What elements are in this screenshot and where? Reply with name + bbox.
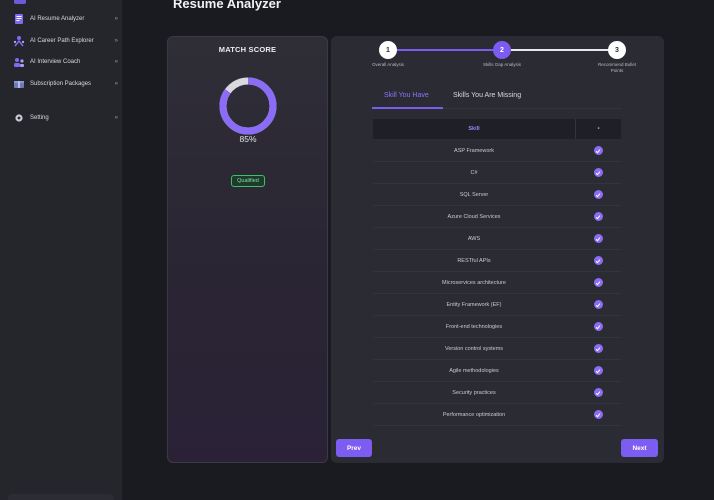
skill-name: ASP Framework [454,147,494,154]
resume-icon [12,12,26,26]
skill-check-cell [575,212,621,221]
skill-name: SQL Server [459,191,489,198]
sidebar: AI Resume Analyzer » AI Career Path Expl… [0,0,122,500]
check-icon [593,388,603,397]
gear-icon [12,111,26,125]
sidebar-item-label: AI Interview Coach [30,59,81,65]
skill-name: Microservices architecture [442,279,506,286]
skills-table-body: ASP Framework C# SQL Server Azure Cloud Ser… [373,140,621,426]
chevron-right-icon: » [114,81,118,87]
tab-skills-you-have[interactable]: Skill You Have [384,92,429,99]
chevron-right-icon: » [114,16,118,22]
skill-check-cell [575,322,621,331]
check-icon [593,168,603,177]
check-icon [593,344,603,353]
skill-check-cell [575,344,621,353]
check-icon [593,146,603,155]
page-title: Resume Analyzer [173,0,281,11]
check-icon [593,190,603,199]
table-row: Performance optimization [373,404,621,426]
career-path-icon [12,34,26,48]
skill-check-cell [575,366,621,375]
step-3-label: Recommend Bullet Points [597,62,637,73]
skill-name: Performance optimization [442,411,506,418]
skill-check-cell [575,278,621,287]
skill-name: Front-end technologies [445,323,503,330]
table-row: RESTful APIs [373,250,621,272]
sidebar-item-label: Setting [30,115,49,121]
column-header-check: • [597,126,600,132]
skill-check-cell [575,146,621,155]
skill-check-cell [575,234,621,243]
skill-name: Version control systems [444,345,504,352]
match-score-card: MATCH SCORE 85% Qualified [167,36,328,463]
skill-name: Azure Cloud Services [447,213,501,220]
sidebar-item-setting[interactable]: Setting » [12,111,118,125]
status-badge: Qualified [231,175,265,187]
skill-name: AWS [467,235,481,242]
skill-check-cell [575,256,621,265]
chevron-right-icon: » [114,38,118,44]
chevron-right-icon: » [114,115,118,121]
step-2-label: Skills Gap Analysis [482,62,521,67]
table-row: Azure Cloud Services [373,206,621,228]
step-2-circle[interactable]: 2 [493,41,511,59]
step-3-circle[interactable]: 3 [608,41,626,59]
skill-name: Agile methodologies [449,367,499,374]
table-row: Microservices architecture [373,272,621,294]
step-1-label: Overall Analysis [371,62,404,67]
table-row: C# [373,162,621,184]
check-icon [593,278,603,287]
chevron-right-icon: » [114,59,118,65]
table-row: Agile methodologies [373,360,621,382]
check-icon [593,256,603,265]
table-row: Front-end technologies [373,316,621,338]
skill-name: RESTful APIs [457,257,491,264]
table-row: Entity Framework (EF) [373,294,621,316]
next-button[interactable]: Next [621,439,658,457]
sidebar-item-ai-resume-analyzer[interactable]: AI Resume Analyzer » [12,12,118,26]
skill-name: Security practices [452,389,496,396]
check-icon [593,322,603,331]
sidebar-item-ai-career-path-explorer[interactable]: AI Career Path Explorer » [12,34,118,48]
check-icon [593,234,603,243]
prev-button[interactable]: Prev [336,439,372,457]
skill-check-cell [575,168,621,177]
step-1-circle[interactable]: 1 [379,41,397,59]
table-row: ASP Framework [373,140,621,162]
stepper-line-pending [511,49,611,51]
sidebar-item-label: AI Career Path Explorer [30,38,94,44]
skill-check-cell [575,300,621,309]
skills-table-header: Skill • [373,119,621,139]
tab-skills-you-are-missing[interactable]: Skills You Are Missing [453,92,521,99]
match-score-title: MATCH SCORE [218,45,277,54]
match-score-percent: 85% [239,134,257,144]
interview-icon [12,55,26,69]
table-row: AWS [373,228,621,250]
package-icon [12,77,26,91]
skill-name: C# [470,169,478,176]
sidebar-item-subscription-packages[interactable]: Subscription Packages » [12,77,118,91]
sidebar-item-label: AI Resume Analyzer [30,16,85,22]
check-icon [593,212,603,221]
check-icon [593,300,603,309]
check-icon [593,366,603,375]
sidebar-bottom-bar [8,494,114,500]
skills-card: 1 Overall Analysis 2 Skills Gap Analysis… [331,36,664,463]
sidebar-item-ai-interview-coach[interactable]: AI Interview Coach » [12,55,118,69]
sidebar-item-label: Subscription Packages [30,81,92,87]
skill-check-cell [575,190,621,199]
sidebar-top-tab[interactable] [14,0,26,4]
table-row: Security practices [373,382,621,404]
tab-active-indicator [372,107,443,109]
check-icon [593,410,603,419]
stepper-line-completed [397,49,503,51]
skill-check-cell [575,410,621,419]
skill-name: Entity Framework (EF) [446,301,502,308]
skill-check-cell [575,388,621,397]
table-row: Version control systems [373,338,621,360]
column-header-skill: Skill [468,126,480,132]
table-row: SQL Server [373,184,621,206]
